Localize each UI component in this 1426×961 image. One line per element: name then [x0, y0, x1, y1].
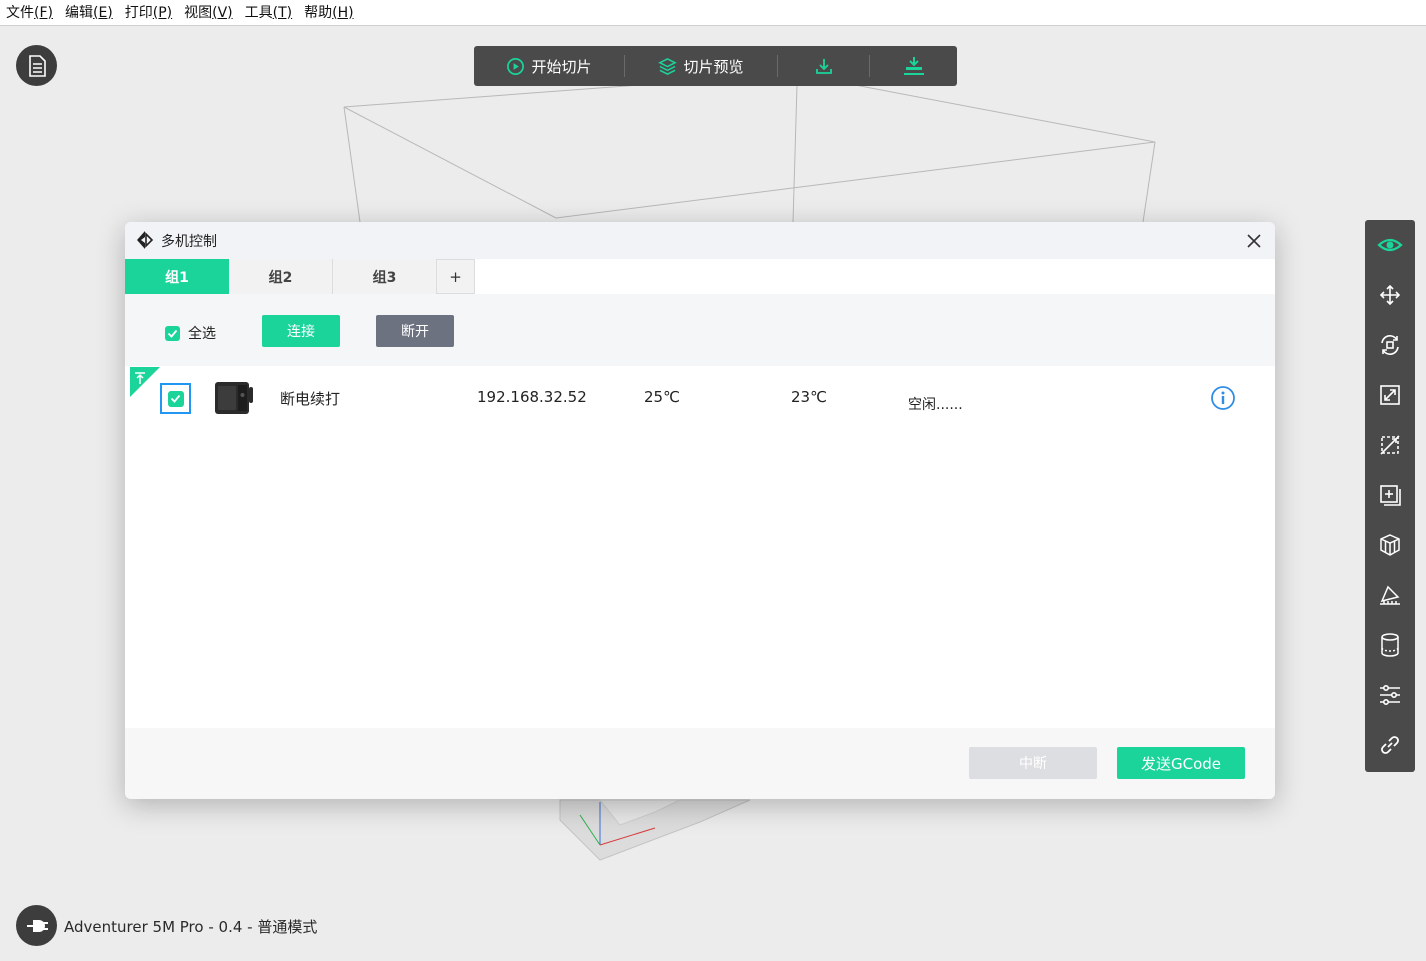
device-status: 空闲......: [908, 397, 963, 413]
device-name: 断电续打: [280, 390, 341, 408]
top-toolbar: 开始切片 切片预览: [474, 46, 957, 86]
slice-preview-label: 切片预览: [683, 57, 744, 76]
send-to-printer-button[interactable]: [870, 46, 957, 86]
lay-flat-icon: [1380, 585, 1400, 605]
select-all-label: 全选: [188, 326, 216, 342]
nozzle-temp: 25℃: [644, 388, 680, 406]
scale-button[interactable]: [1365, 370, 1415, 420]
app-logo-icon: [137, 231, 154, 249]
tab-group-2[interactable]: 组2: [229, 259, 333, 294]
dialog-title-bar: 多机控制: [125, 222, 1275, 259]
device-ip: 192.168.32.52: [477, 388, 587, 406]
document-icon: [28, 54, 46, 77]
add-model-icon: [1380, 485, 1401, 506]
tab-group-1[interactable]: 组1: [125, 259, 229, 294]
info-icon[interactable]: [1210, 385, 1236, 411]
move-icon: [1379, 284, 1401, 306]
device-checkbox[interactable]: [160, 383, 191, 414]
dialog-close-button[interactable]: [1243, 230, 1265, 252]
scale-icon: [1380, 385, 1400, 405]
dialog-title: 多机控制: [161, 234, 217, 250]
checkbox-checked-icon: [167, 390, 184, 407]
device-list: 断电续打 192.168.32.52 25℃ 23℃ 空闲......: [125, 366, 1275, 728]
printer-plug-icon: [26, 919, 48, 932]
cylinder-icon: [1381, 633, 1399, 657]
file-list-button[interactable]: [16, 45, 57, 86]
mirror-icon: [1380, 435, 1400, 455]
rotate-icon: [1381, 335, 1399, 355]
support-button[interactable]: [1365, 620, 1415, 670]
tab-group-3[interactable]: 组3: [333, 259, 437, 294]
slice-preview-button[interactable]: 切片预览: [625, 46, 777, 86]
printer-info-label[interactable]: Adventurer 5M Pro - 0.4 - 普通模式: [64, 916, 317, 937]
add-group-button[interactable]: +: [437, 259, 475, 294]
checkbox-checked-icon: [165, 325, 180, 341]
start-slice-label: 开始切片: [531, 57, 592, 76]
settings-button[interactable]: [1365, 670, 1415, 720]
pin-top-icon[interactable]: [130, 367, 160, 397]
disconnect-button[interactable]: 断开: [376, 315, 454, 347]
settings-sliders-icon: [1380, 684, 1400, 705]
abort-button[interactable]: 中断: [969, 747, 1097, 779]
eye-icon: [1377, 238, 1403, 252]
start-slice-button[interactable]: 开始切片: [474, 46, 624, 86]
dialog-footer: 中断 发送GCode: [125, 728, 1275, 799]
printer-send-icon: [903, 57, 924, 75]
link-icon: [1381, 736, 1399, 754]
play-circle-icon: [507, 57, 525, 75]
download-icon: [815, 59, 832, 74]
view-toggle-button[interactable]: [1365, 220, 1415, 270]
auto-arrange-icon: [1380, 534, 1400, 556]
select-all-checkbox[interactable]: 全选: [165, 323, 216, 343]
device-row[interactable]: 断电续打 192.168.32.52 25℃ 23℃ 空闲......: [125, 366, 1275, 430]
multi-machine-dialog: 多机控制 组1 组2 组3 + 全选 连接 断开 断电续打 192.168.32…: [125, 222, 1275, 799]
printer-thumbnail: [215, 382, 253, 414]
connect-button[interactable]: 连接: [262, 315, 340, 347]
download-button[interactable]: [778, 46, 869, 86]
lay-flat-button[interactable]: [1365, 570, 1415, 620]
move-button[interactable]: [1365, 270, 1415, 320]
printer-select-button[interactable]: [16, 905, 57, 946]
multi-machine-link-button[interactable]: [1365, 720, 1415, 770]
auto-arrange-button[interactable]: [1365, 520, 1415, 570]
send-gcode-button[interactable]: 发送GCode: [1117, 747, 1245, 779]
layers-icon: [658, 57, 678, 75]
rotate-button[interactable]: [1365, 320, 1415, 370]
mirror-button[interactable]: [1365, 420, 1415, 470]
add-model-button[interactable]: [1365, 470, 1415, 520]
right-toolbar: [1365, 220, 1415, 772]
group-tabs: 组1 组2 组3 +: [125, 259, 475, 294]
bed-temp: 23℃: [791, 388, 827, 406]
close-icon: [1247, 234, 1261, 248]
